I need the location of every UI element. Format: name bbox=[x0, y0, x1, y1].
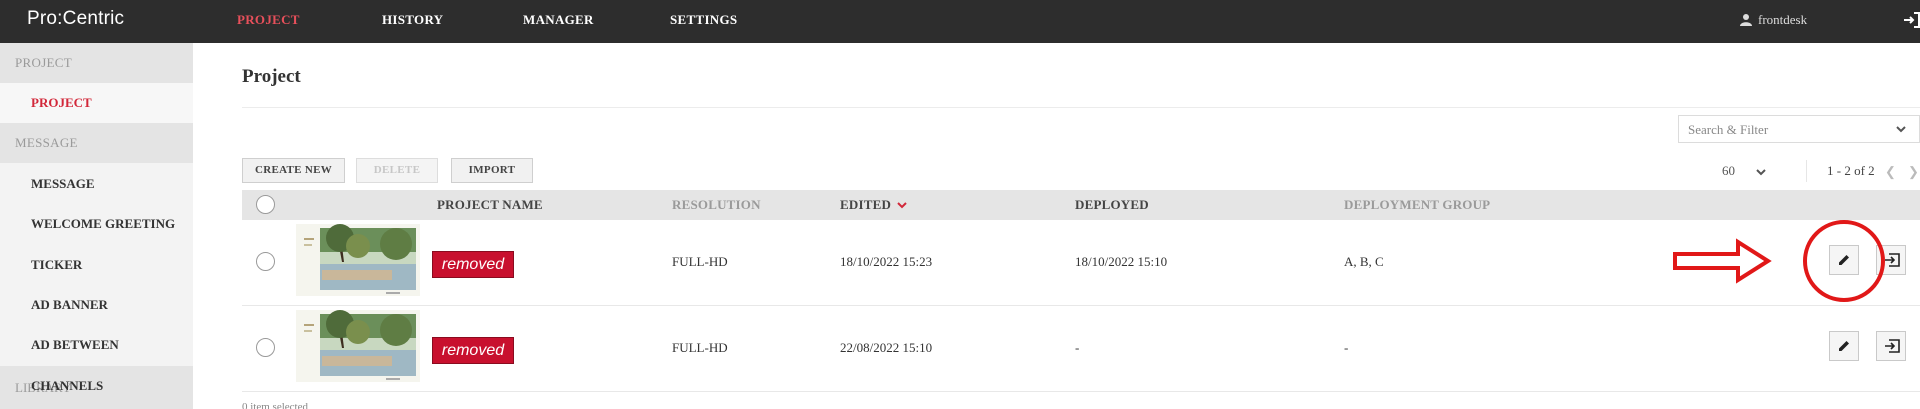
nav-settings[interactable]: SETTINGS bbox=[670, 12, 737, 28]
column-edited[interactable]: EDITED bbox=[840, 197, 891, 213]
sort-desc-icon bbox=[897, 202, 907, 209]
sidebar-group-project: PROJECT bbox=[0, 43, 193, 83]
next-page-icon[interactable]: ❯ bbox=[1908, 164, 1919, 180]
deploy-icon bbox=[1885, 253, 1900, 267]
import-button[interactable]: IMPORT bbox=[451, 158, 533, 183]
pagination-status: 1 - 2 of 2 bbox=[1827, 163, 1875, 178]
sidebar-item-ticker[interactable]: TICKER bbox=[0, 245, 193, 285]
user-name: frontdesk bbox=[1758, 12, 1808, 27]
deploy-button[interactable] bbox=[1876, 331, 1906, 361]
row-select-radio[interactable] bbox=[256, 252, 275, 271]
search-placeholder: Search & Filter bbox=[1688, 122, 1769, 137]
annotation-arrow-icon bbox=[1673, 238, 1772, 284]
pagination-divider bbox=[1806, 160, 1807, 182]
sidebar-group-message: MESSAGE bbox=[0, 123, 193, 163]
deployed-cell: - bbox=[1075, 340, 1080, 355]
items-per-page-select[interactable]: 60 bbox=[1722, 163, 1735, 179]
delete-button[interactable]: DELETE bbox=[356, 158, 438, 183]
page-title: Project bbox=[242, 66, 301, 87]
edit-button[interactable] bbox=[1829, 331, 1859, 361]
deployment-group-cell: A, B, C bbox=[1344, 254, 1384, 269]
nav-project[interactable]: PROJECT bbox=[237, 12, 300, 28]
previous-page-icon[interactable]: ❮ bbox=[1885, 164, 1896, 180]
column-resolution[interactable]: RESOLUTION bbox=[672, 197, 761, 213]
column-project-name[interactable]: PROJECT NAME bbox=[437, 197, 543, 213]
sidebar-item-ad-banner[interactable]: AD BANNER bbox=[0, 285, 193, 325]
removed-badge: removed bbox=[432, 251, 514, 278]
deploy-icon bbox=[1885, 339, 1900, 353]
user-icon bbox=[1740, 14, 1752, 26]
project-thumbnail bbox=[296, 224, 420, 296]
deployment-group-cell: - bbox=[1344, 340, 1349, 355]
nav-manager[interactable]: MANAGER bbox=[523, 12, 594, 28]
column-deployed[interactable]: DEPLOYED bbox=[1075, 197, 1149, 213]
title-divider bbox=[242, 107, 1920, 108]
selection-status: 0 item selected bbox=[242, 401, 308, 409]
pencil-icon bbox=[1839, 341, 1849, 351]
row-divider bbox=[242, 305, 1920, 306]
sidebar-item-project[interactable]: PROJECT bbox=[0, 83, 193, 123]
row-select-radio[interactable] bbox=[256, 338, 275, 357]
sidebar-item-message[interactable]: MESSAGE bbox=[0, 164, 193, 204]
logout-button[interactable] bbox=[1902, 11, 1920, 34]
row-divider bbox=[242, 391, 1920, 392]
removed-badge: removed bbox=[432, 337, 514, 364]
top-bar: Pro:Centric PROJECT HISTORY MANAGER SETT… bbox=[0, 0, 1920, 43]
app-logo: Pro:Centric bbox=[27, 8, 125, 29]
deployed-cell: 18/10/2022 15:10 bbox=[1075, 254, 1168, 269]
chevron-down-icon bbox=[1756, 169, 1766, 176]
logout-icon bbox=[1904, 12, 1920, 28]
user-menu[interactable]: frontdesk bbox=[1740, 12, 1807, 28]
resolution-cell: FULL-HD bbox=[672, 340, 728, 355]
sidebar-item-welcome-greeting[interactable]: WELCOME GREETING bbox=[0, 204, 193, 244]
column-deployment-group[interactable]: DEPLOYMENT GROUP bbox=[1344, 197, 1490, 213]
sidebar-item-channels[interactable]: CHANNELS bbox=[0, 366, 193, 406]
resolution-cell: FULL-HD bbox=[672, 254, 728, 269]
project-thumbnail bbox=[296, 310, 420, 382]
sidebar-item-ad-between[interactable]: AD BETWEEN bbox=[0, 325, 193, 365]
annotation-circle bbox=[1803, 220, 1885, 302]
edited-cell: 22/08/2022 15:10 bbox=[840, 340, 933, 355]
create-new-button[interactable]: CREATE NEW bbox=[242, 158, 345, 183]
search-filter-input[interactable]: Search & Filter bbox=[1678, 115, 1920, 143]
chevron-down-icon bbox=[1896, 126, 1906, 133]
edited-cell: 18/10/2022 15:23 bbox=[840, 254, 933, 269]
nav-history[interactable]: HISTORY bbox=[382, 12, 443, 28]
select-all-radio[interactable] bbox=[256, 195, 275, 214]
